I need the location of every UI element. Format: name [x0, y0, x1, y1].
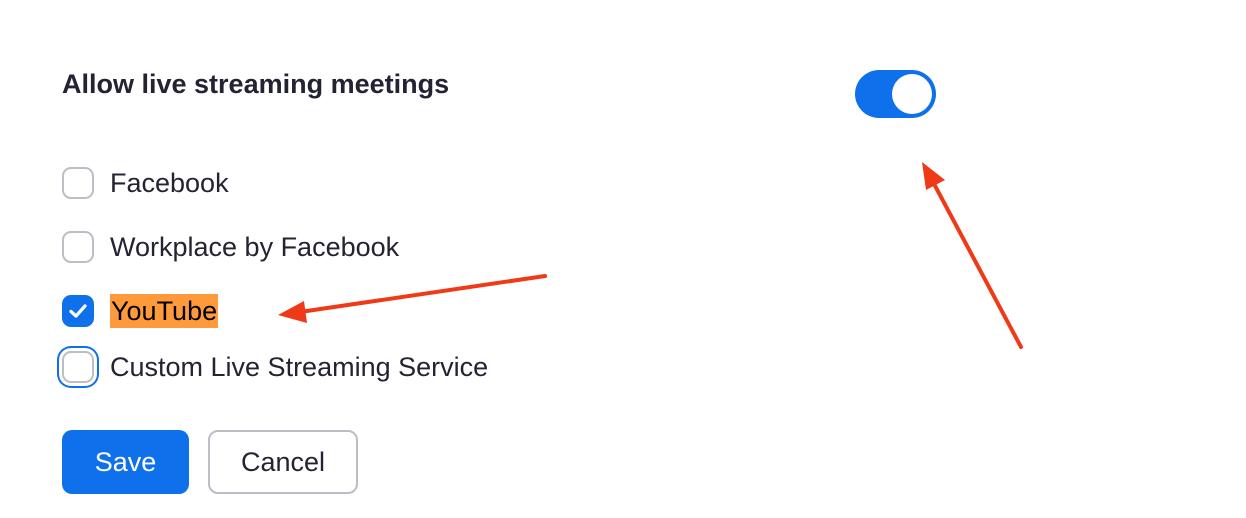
option-facebook[interactable]: Facebook — [62, 166, 229, 200]
live-streaming-settings-panel: Allow live streaming meetings Facebook W… — [0, 0, 1246, 518]
option-custom-live-streaming-service[interactable]: Custom Live Streaming Service — [62, 350, 488, 384]
arrow-to-toggle — [922, 162, 1023, 349]
option-label-facebook: Facebook — [110, 168, 229, 198]
workplace-by-facebook-checkbox[interactable] — [62, 231, 94, 263]
option-label-workplace-by-facebook: Workplace by Facebook — [110, 232, 400, 262]
toggle-knob — [892, 74, 932, 114]
live-streaming-toggle[interactable] — [855, 70, 936, 118]
setting-title: Allow live streaming meetings — [62, 69, 450, 99]
custom-live-streaming-service-checkbox[interactable] — [62, 351, 94, 383]
facebook-checkbox[interactable] — [62, 167, 94, 199]
arrow-to-youtube — [278, 274, 547, 323]
option-youtube[interactable]: YouTube — [62, 294, 219, 328]
option-label-custom-live-streaming-service: Custom Live Streaming Service — [110, 352, 489, 382]
cancel-button[interactable]: Cancel — [208, 430, 358, 494]
option-workplace-by-facebook[interactable]: Workplace by Facebook — [62, 230, 399, 264]
option-label-youtube: YouTube — [110, 294, 219, 328]
check-icon — [69, 304, 87, 318]
youtube-checkbox[interactable] — [62, 295, 94, 327]
save-button[interactable]: Save — [62, 430, 189, 494]
